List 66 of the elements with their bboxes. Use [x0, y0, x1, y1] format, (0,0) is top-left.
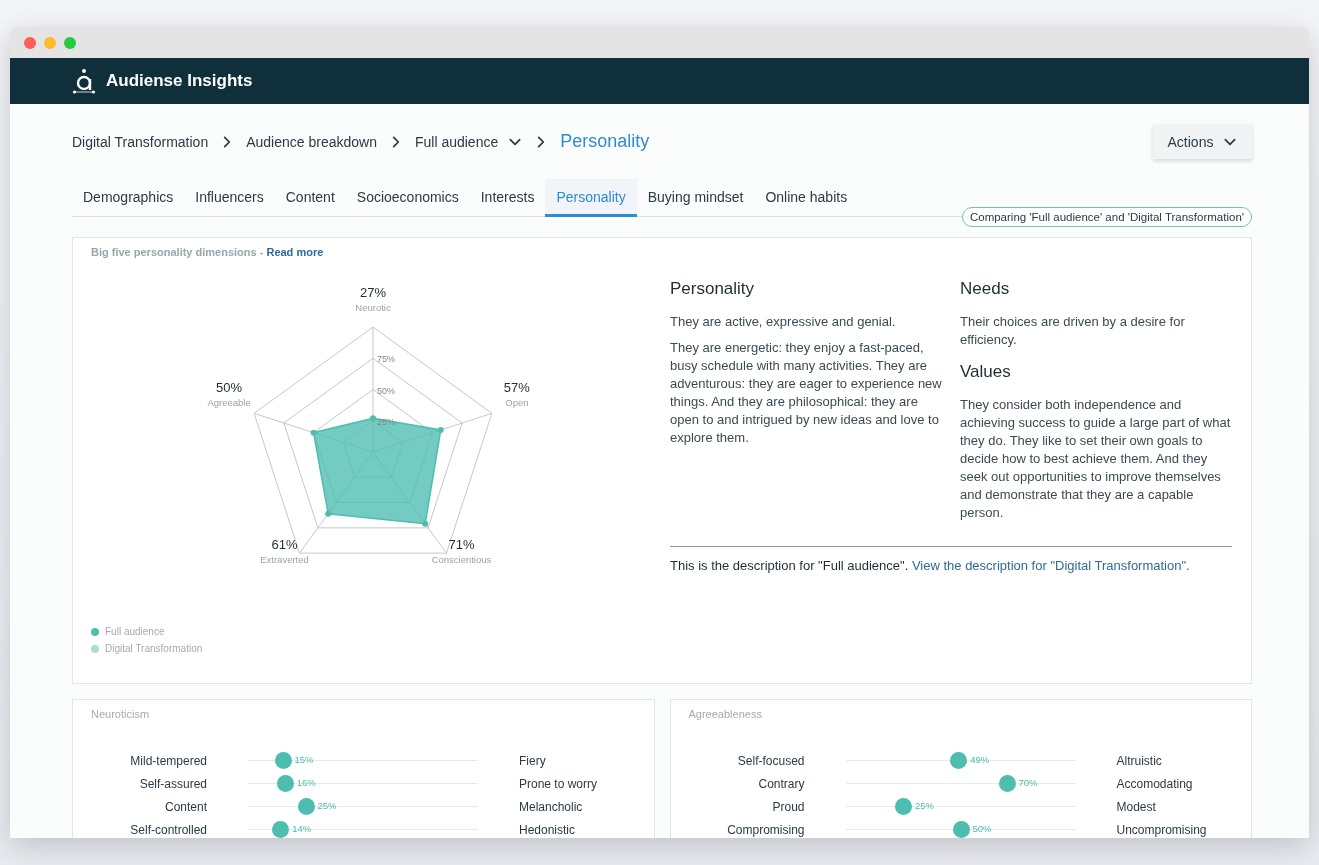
trait-label: Modest [1116, 799, 1157, 814]
axis-value: 50% [216, 380, 243, 396]
description-text: They consider both independence and achieving success to guide a large part of what they do. They like to set their own goals to decide how to best achieve them. And they seek out opportunities to improve themselves and demonstrate that they are a capable person. [960, 396, 1232, 522]
panel-title: Neuroticism [91, 708, 150, 720]
description-note: This is the description for "Full audience". View the description for "Digital Transformation". [670, 546, 1232, 573]
trait-label: Altruistic [1116, 753, 1163, 768]
trait-label: Uncompromising [1116, 822, 1208, 837]
slider-reading: 70% [1018, 777, 1038, 788]
trait-label: Proud [771, 799, 805, 814]
description-text: Their choices are driven by a desire for efficiency. [960, 313, 1186, 349]
trait-label: Hedonistic [519, 822, 577, 837]
description-text: They are energetic: they enjoy a fast-paced, busy schedule with many activities. They are adventurous: they are eager to experience new things. And they are philosophical: they are open to and intrigued by new ideas and love to explore them. [670, 339, 943, 447]
axis-value: 71% [448, 537, 475, 553]
axis-label: Neurotic [355, 302, 391, 313]
section-heading: Personality [670, 279, 756, 299]
ring-label: 75% [377, 354, 395, 365]
ring-label: 25% [377, 416, 395, 427]
slider-reading: 16% [296, 777, 316, 788]
axis-label: Agreeable [207, 397, 251, 409]
breadcrumb-current[interactable]: Personality [560, 131, 650, 152]
breadcrumb-link[interactable]: Full audience [414, 133, 499, 150]
trait-label: Melancholic [519, 799, 584, 814]
ring-label: 50% [377, 385, 395, 396]
axis-value: 61% [271, 537, 298, 553]
tab[interactable]: Influencers [184, 179, 275, 217]
tab[interactable]: Demographics [72, 179, 185, 217]
trait-label: Prone to worry [519, 776, 599, 791]
breadcrumb-link[interactable]: Digital Transformation [72, 133, 209, 150]
slider-reading: 15% [294, 754, 314, 765]
section-heading: Values [960, 362, 1012, 382]
trait-label: Contrary [757, 776, 805, 791]
axis-value: 27% [360, 285, 386, 300]
axis-label: Open [505, 397, 529, 409]
panel-title: Agreeableness [688, 708, 762, 720]
legend-label: Full audience [105, 626, 165, 637]
trait-label: Compromising [726, 822, 805, 837]
slider-reading: 25% [317, 800, 337, 811]
trait-label: Mild-tempered [129, 753, 207, 768]
actions-button[interactable]: Actions [1153, 124, 1252, 159]
trait-label: Fiery [519, 753, 547, 768]
trait-label: Accomodating [1116, 776, 1194, 791]
trait-label: Self-assured [138, 776, 207, 791]
trait-label: Self-controlled [129, 822, 207, 837]
legend-label: Digital Transformation [105, 643, 203, 654]
tab[interactable]: Buying mindset [636, 179, 755, 217]
trait-label: Content [163, 799, 207, 814]
section-heading: Needs [960, 279, 1011, 299]
slider-reading: 49% [970, 754, 990, 765]
axis-label: Extraverted [260, 554, 309, 566]
breadcrumb-link[interactable]: Audience breakdown [246, 133, 377, 150]
trait-label: Self-focused [736, 753, 805, 768]
slider-reading: 14% [292, 823, 312, 834]
tab[interactable]: Interests [469, 179, 546, 217]
app-title: Audiense Insights [106, 71, 253, 91]
slider-reading: 25% [915, 800, 934, 811]
comparison-badge: Comparing 'Full audience' and 'Digital Transformation' [961, 207, 1252, 227]
tab[interactable]: Content [274, 179, 346, 217]
axis-label: Conscientious [431, 554, 492, 566]
description-text: They are active, expressive and genial. [670, 313, 897, 331]
description-link[interactable]: View the description for "Digital Transformation". [911, 558, 1190, 573]
axis-value: 57% [503, 380, 530, 396]
slider-reading: 50% [972, 823, 992, 834]
tab[interactable]: Socioeconomics [345, 179, 470, 217]
card-title: Big five personality dimensions - Read more [91, 246, 324, 258]
tab[interactable]: Online habits [754, 179, 859, 217]
read-more-link[interactable]: Read more [266, 246, 324, 258]
